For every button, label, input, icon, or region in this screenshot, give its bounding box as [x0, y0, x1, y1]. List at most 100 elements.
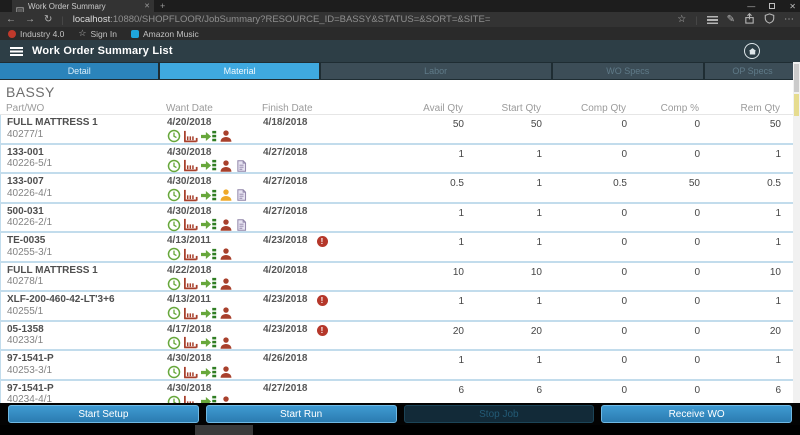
start-run-button[interactable]: Start Run	[206, 405, 397, 423]
start-qty: 1	[464, 233, 542, 262]
forward-icon[interactable]: →	[25, 15, 35, 25]
clock-icon	[167, 306, 181, 320]
web-note-icon[interactable]: ✎	[727, 15, 735, 25]
browser-window: Work Order Summary ✕ + — ✕ ← → ↻ | local…	[0, 0, 800, 435]
hub-icon[interactable]	[707, 16, 718, 24]
part-wo-cell: 05-1358 40233/1	[7, 322, 167, 351]
want-date: 4/22/2018	[167, 263, 263, 277]
rem-qty: 20	[700, 322, 781, 351]
finish-date-cell: 4/26/2018 !	[263, 351, 393, 380]
bookmark-label: Industry 4.0	[20, 29, 64, 39]
finish-date: 4/27/2018	[263, 381, 308, 395]
taskbar-strip	[0, 425, 800, 435]
rem-qty: 1	[700, 292, 781, 321]
footer-action-bar: Start Setup Start Run Stop Job Receive W…	[0, 403, 800, 425]
more-options-icon[interactable]: ⋯	[784, 15, 794, 25]
work-order-table-body: FULL MATTRESS 1 40277/1 4/20/2018	[0, 115, 800, 410]
maximize-button[interactable]	[769, 3, 775, 9]
close-button[interactable]: ✕	[789, 2, 796, 11]
scrollbar-track[interactable]	[793, 62, 800, 403]
receive-wo-button[interactable]: Receive WO	[601, 405, 792, 423]
comp-pct: 0	[627, 204, 700, 233]
col-comp-qty: Comp Qty	[541, 103, 626, 114]
want-date-cell: 4/30/2018	[167, 145, 263, 174]
scrollbar-thumb[interactable]	[794, 64, 799, 92]
issue-material-icon	[200, 335, 217, 350]
tab-close-icon[interactable]: ✕	[144, 2, 150, 10]
part-number: TE-0035	[7, 233, 167, 247]
shield-icon[interactable]	[764, 11, 775, 29]
finish-date-cell: 4/23/2018 !	[263, 292, 393, 321]
table-row[interactable]: 500-031 40226-2/1 4/30/2018	[0, 204, 800, 234]
avail-qty: 1	[393, 145, 464, 174]
operator-icon	[219, 188, 233, 202]
tab-wo-specs[interactable]: WO Specs	[553, 63, 703, 79]
avail-qty: 50	[393, 115, 464, 144]
table-row[interactable]: 133-001 40226-5/1 4/30/2018	[0, 145, 800, 175]
bookmarks-bar: Industry 4.0 ☆ Sign In Amazon Music	[0, 27, 800, 40]
issue-material-icon	[200, 188, 217, 203]
tab-detail[interactable]: Detail	[0, 63, 158, 79]
late-warning-icon: !	[317, 236, 328, 247]
bookmark-amazon-music[interactable]: Amazon Music	[131, 29, 199, 39]
table-header-row: Part/WO Want Date Finish Date Avail Qty …	[0, 103, 800, 115]
taskbar-item[interactable]	[195, 425, 253, 435]
minimize-button[interactable]: —	[747, 2, 755, 11]
finish-date-cell: 4/27/2018 !	[263, 204, 393, 233]
bookmark-industry[interactable]: Industry 4.0	[8, 29, 64, 39]
url-field[interactable]: localhost:10880/SHOPFLOOR/JobSummary?RES…	[73, 14, 669, 25]
col-avail-qty: Avail Qty	[392, 103, 463, 114]
new-tab-button[interactable]: +	[160, 1, 165, 11]
browser-tab[interactable]: Work Order Summary ✕	[12, 0, 154, 12]
part-wo-cell: FULL MATTRESS 1 40277/1	[7, 115, 167, 144]
col-rem-qty: Rem Qty	[699, 103, 780, 114]
table-row[interactable]: FULL MATTRESS 1 40277/1 4/20/2018	[0, 115, 800, 145]
wo-number: 40255/1	[7, 306, 167, 317]
bookmark-sign-in[interactable]: ☆ Sign In	[78, 28, 117, 39]
want-date: 4/17/2018	[167, 322, 263, 336]
wo-number: 40226-4/1	[7, 188, 167, 199]
tab-material[interactable]: Material	[160, 63, 318, 79]
back-icon[interactable]: ←	[6, 15, 16, 25]
wo-number: 40278/1	[7, 276, 167, 287]
comp-pct: 50	[627, 174, 700, 203]
url-host: localhost	[73, 14, 111, 25]
home-icon[interactable]	[744, 43, 760, 59]
table-row[interactable]: 97-1541-P 40253-3/1 4/30/2018	[0, 351, 800, 381]
wo-number: 40226-2/1	[7, 217, 167, 228]
app-tab-bar: Detail Material Labor WO Specs OP Specs	[0, 62, 800, 80]
issue-material-icon	[200, 129, 217, 144]
document-icon	[235, 188, 248, 202]
bookmark-label: Sign In	[91, 29, 117, 39]
want-date: 4/30/2018	[167, 351, 263, 365]
col-finish-date: Finish Date	[262, 103, 392, 114]
table-row[interactable]: XLF-200-460-42-LT'3+6 40255/1 4/13/2011	[0, 292, 800, 322]
table-row[interactable]: 05-1358 40233/1 4/17/2018	[0, 322, 800, 352]
issue-material-icon	[200, 306, 217, 321]
menu-hamburger-icon[interactable]	[10, 47, 23, 56]
start-setup-button[interactable]: Start Setup	[8, 405, 199, 423]
operator-icon	[219, 247, 233, 261]
finish-date-cell: 4/23/2018 !	[263, 322, 393, 351]
want-date-cell: 4/17/2018	[167, 322, 263, 351]
finish-date: 4/26/2018	[263, 351, 308, 365]
share-icon[interactable]	[744, 11, 755, 29]
part-wo-cell: 133-007 40226-4/1	[7, 174, 167, 203]
tab-op-specs[interactable]: OP Specs	[705, 63, 800, 79]
wo-number: 40233/1	[7, 335, 167, 346]
rem-qty: 1	[700, 233, 781, 262]
table-row[interactable]: TE-0035 40255-3/1 4/13/2011	[0, 233, 800, 263]
col-want-date: Want Date	[166, 103, 262, 114]
refresh-icon[interactable]: ↻	[44, 15, 52, 25]
tab-labor[interactable]: Labor	[321, 63, 551, 79]
finish-date: 4/23/2018	[263, 292, 308, 306]
want-date-cell: 4/20/2018	[167, 115, 263, 144]
operator-icon	[219, 365, 233, 379]
address-bar: ← → ↻ | localhost:10880/SHOPFLOOR/JobSum…	[0, 12, 800, 27]
part-wo-cell: 97-1541-P 40253-3/1	[7, 351, 167, 380]
part-wo-cell: XLF-200-460-42-LT'3+6 40255/1	[7, 292, 167, 321]
table-row[interactable]: 133-007 40226-4/1 4/30/2018	[0, 174, 800, 204]
table-row[interactable]: FULL MATTRESS 1 40278/1 4/22/2018	[0, 263, 800, 293]
favorites-star-icon[interactable]: ☆	[677, 15, 686, 25]
want-date: 4/30/2018	[167, 145, 263, 159]
